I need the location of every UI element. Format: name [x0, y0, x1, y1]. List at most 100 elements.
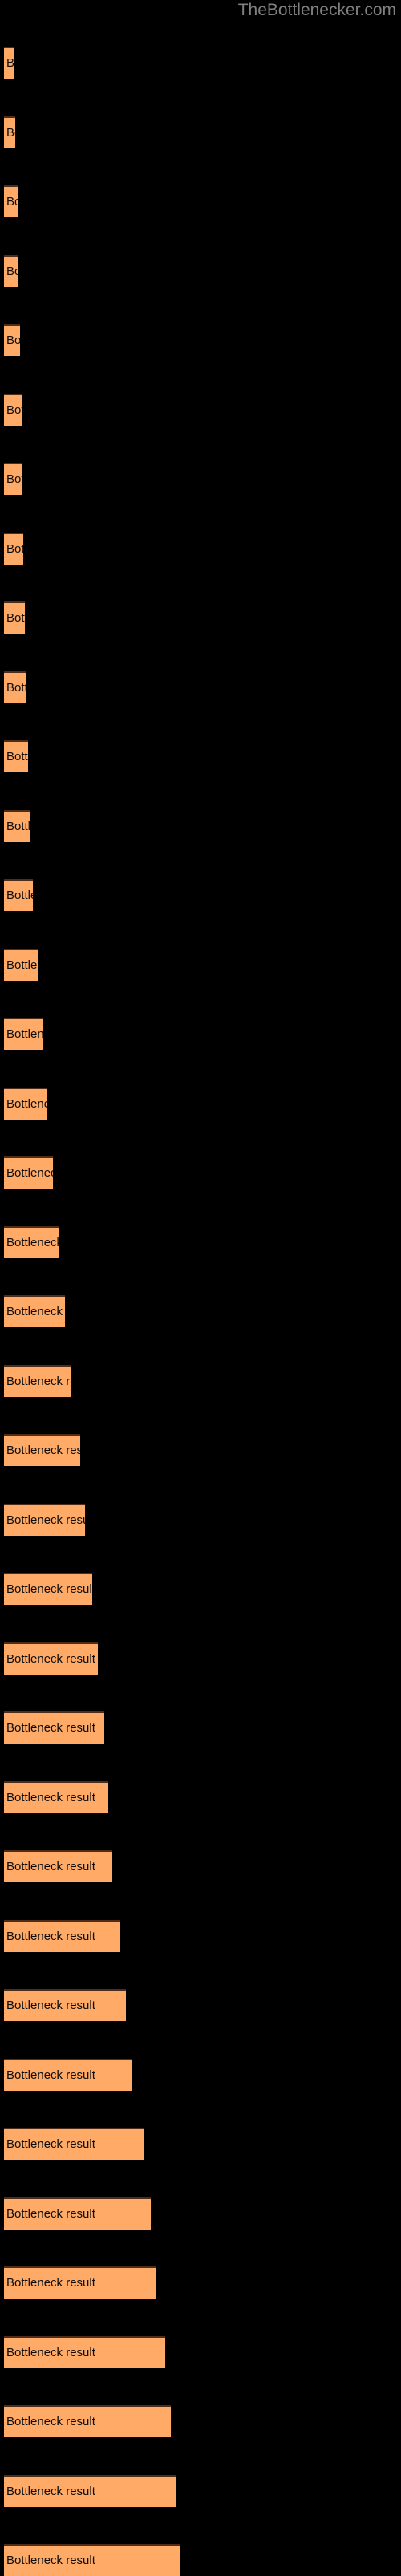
bar-6[interactable]: Bottleneck result: [4, 393, 22, 426]
bar-1[interactable]: Bottleneck result: [4, 47, 14, 79]
bottleneck-bar-chart: TheBottlenecker.com Bottleneck resultBot…: [0, 0, 401, 2576]
bar-7[interactable]: Bottleneck result: [4, 463, 22, 495]
bar-row: Bottleneck result: [0, 463, 401, 495]
bar-label: Bottleneck result: [6, 1582, 92, 1596]
bar-label: Bottleneck result: [6, 195, 18, 209]
bar-label: Bottleneck result: [6, 1027, 43, 1041]
bar-26[interactable]: Bottleneck result: [4, 1780, 108, 1813]
bar-row: Bottleneck result: [0, 1573, 401, 1605]
bar-23[interactable]: Bottleneck result: [4, 1573, 92, 1605]
bar-label: Bottleneck result: [6, 403, 22, 417]
bar-29[interactable]: Bottleneck result: [4, 1989, 126, 2021]
bar-label: Bottleneck result: [6, 2484, 95, 2498]
bar-label: Bottleneck result: [6, 680, 26, 695]
bar-row: Bottleneck result: [0, 1364, 401, 1397]
bar-label: Bottleneck result: [6, 56, 14, 70]
bar-28[interactable]: Bottleneck result: [4, 1919, 120, 1952]
bar-row: Bottleneck result: [0, 324, 401, 356]
bar-label: Bottleneck result: [6, 1860, 95, 1873]
bar-32[interactable]: Bottleneck result: [4, 2197, 151, 2230]
bar-34[interactable]: Bottleneck result: [4, 2335, 165, 2368]
bar-3[interactable]: Bottleneck result: [4, 185, 18, 217]
bar-24[interactable]: Bottleneck result: [4, 1642, 98, 1675]
bar-row: Bottleneck result: [0, 1711, 401, 1744]
bar-label: Bottleneck result: [6, 1999, 95, 2012]
bar-31[interactable]: Bottleneck result: [4, 2128, 144, 2160]
bar-label: Bottleneck result: [6, 611, 25, 625]
bar-30[interactable]: Bottleneck result: [4, 2058, 132, 2091]
bar-37[interactable]: Bottleneck result: [4, 2544, 180, 2576]
bar-label: Bottleneck result: [6, 1651, 95, 1666]
bar-row: Bottleneck result: [0, 1434, 401, 1466]
bar-row: Bottleneck result: [0, 532, 401, 565]
bar-16[interactable]: Bottleneck result: [4, 1087, 47, 1120]
bar-label: Bottleneck result: [6, 1929, 95, 1943]
bar-21[interactable]: Bottleneck result: [4, 1434, 80, 1466]
bar-row: Bottleneck result: [0, 1989, 401, 2021]
bar-label: Bottleneck result: [6, 819, 30, 833]
bar-label: Bottleneck result: [6, 1374, 71, 1388]
bar-19[interactable]: Bottleneck result: [4, 1295, 65, 1327]
bar-row: Bottleneck result: [0, 2474, 401, 2507]
bar-row: Bottleneck result: [0, 2544, 401, 2576]
bar-17[interactable]: Bottleneck result: [4, 1156, 53, 1189]
bar-label: Bottleneck result: [6, 1790, 95, 1804]
bar-5[interactable]: Bottleneck result: [4, 324, 20, 356]
bar-row: Bottleneck result: [0, 809, 401, 842]
bar-20[interactable]: Bottleneck result: [4, 1364, 71, 1397]
bar-label: Bottleneck result: [6, 2137, 95, 2151]
bar-25[interactable]: Bottleneck result: [4, 1711, 104, 1744]
bar-9[interactable]: Bottleneck result: [4, 601, 25, 634]
bar-36[interactable]: Bottleneck result: [4, 2474, 176, 2507]
bar-12[interactable]: Bottleneck result: [4, 809, 30, 842]
bar-label: Bottleneck result: [6, 2554, 95, 2567]
bar-15[interactable]: Bottleneck result: [4, 1018, 43, 1050]
bar-4[interactable]: Bottleneck result: [4, 254, 18, 287]
bar-row: Bottleneck result: [0, 393, 401, 426]
bar-8[interactable]: Bottleneck result: [4, 532, 23, 565]
bar-label: Bottleneck result: [6, 889, 33, 902]
bar-row: Bottleneck result: [0, 948, 401, 981]
bar-row: Bottleneck result: [0, 2405, 401, 2437]
bar-35[interactable]: Bottleneck result: [4, 2405, 171, 2437]
bar-row: Bottleneck result: [0, 2128, 401, 2160]
bar-22[interactable]: Bottleneck result: [4, 1503, 85, 1536]
bar-row: Bottleneck result: [0, 601, 401, 634]
bar-label: Bottleneck result: [6, 264, 18, 278]
bar-row: Bottleneck result: [0, 2266, 401, 2299]
bar-row: Bottleneck result: [0, 254, 401, 287]
bar-row: Bottleneck result: [0, 1156, 401, 1189]
bar-row: Bottleneck result: [0, 670, 401, 703]
bar-11[interactable]: Bottleneck result: [4, 740, 28, 772]
bar-row: Bottleneck result: [0, 740, 401, 772]
bar-13[interactable]: Bottleneck result: [4, 879, 33, 911]
bar-row: Bottleneck result: [0, 115, 401, 148]
bar-row: Bottleneck result: [0, 2058, 401, 2091]
bar-row: Bottleneck result: [0, 2197, 401, 2230]
bar-row: Bottleneck result: [0, 1919, 401, 1952]
bar-label: Bottleneck result: [6, 1444, 80, 1457]
bar-label: Bottleneck result: [6, 472, 22, 486]
bar-label: Bottleneck result: [6, 334, 20, 347]
bar-18[interactable]: Bottleneck result: [4, 1225, 59, 1258]
bar-row: Bottleneck result: [0, 1503, 401, 1536]
bar-10[interactable]: Bottleneck result: [4, 670, 26, 703]
plot-area: Bottleneck result Bottleneck result Bottle…: [0, 0, 401, 2576]
bar-label: Bottleneck result: [6, 1513, 85, 1527]
bar-2[interactable]: Bottleneck result: [4, 115, 15, 148]
bar-label: Bottleneck result: [6, 1235, 59, 1250]
bar-label: Bottleneck result: [6, 2415, 95, 2428]
bar-33[interactable]: Bottleneck result: [4, 2266, 156, 2299]
bar-label: Bottleneck result: [6, 958, 38, 972]
bar-label: Bottleneck result: [6, 1096, 47, 1111]
bar-row: Bottleneck result: [0, 1018, 401, 1050]
bar-row: Bottleneck result: [0, 1780, 401, 1813]
bar-row: Bottleneck result: [0, 1087, 401, 1120]
bar-label: Bottleneck result: [6, 2276, 95, 2290]
bar-27[interactable]: Bottleneck result: [4, 1850, 112, 1882]
bar-label: Bottleneck result: [6, 1721, 95, 1735]
bar-label: Bottleneck result: [6, 2206, 95, 2221]
bar-14[interactable]: Bottleneck result: [4, 948, 38, 981]
bar-row: Bottleneck result: [0, 1642, 401, 1675]
bar-label: Bottleneck result: [6, 541, 23, 556]
